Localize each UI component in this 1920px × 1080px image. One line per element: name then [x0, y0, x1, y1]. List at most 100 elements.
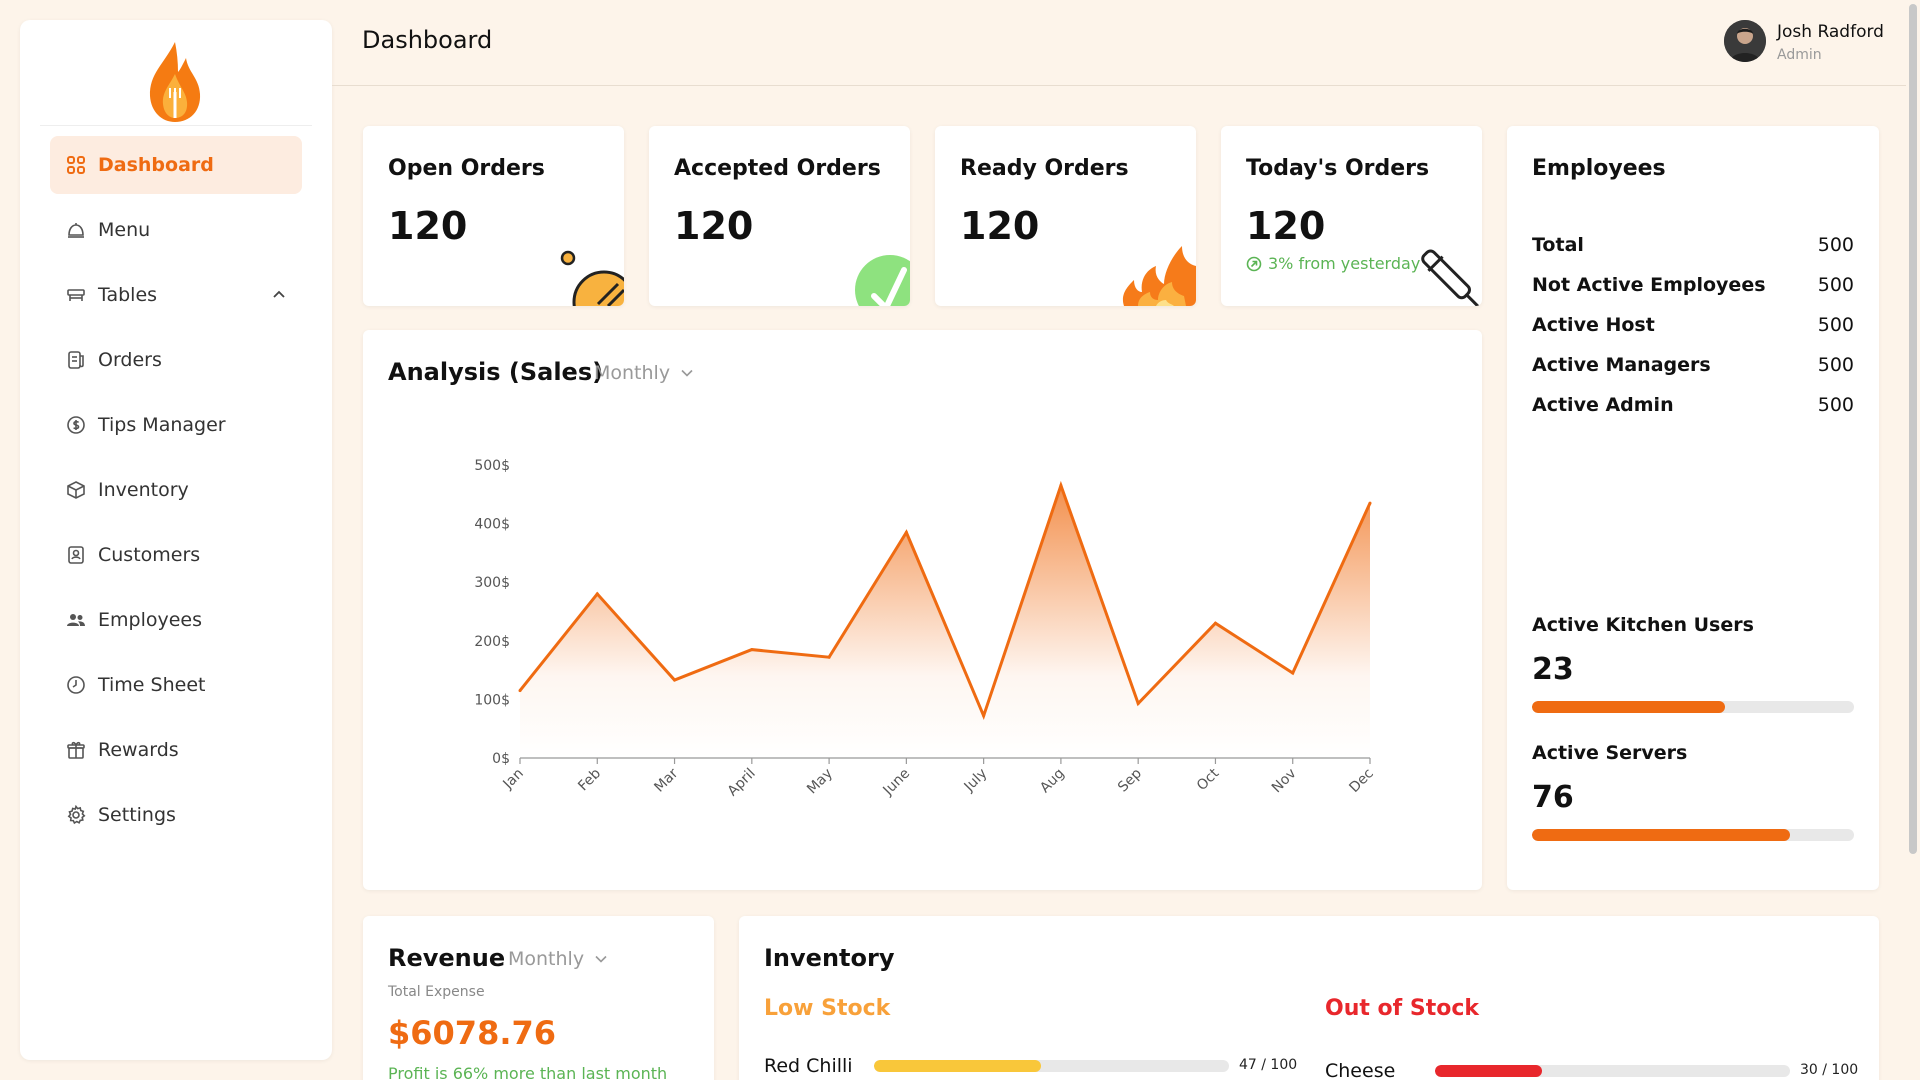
sidebar-item-customers[interactable]: Customers	[50, 526, 302, 584]
sidebar-divider	[40, 125, 312, 126]
fire-icon	[1122, 246, 1196, 306]
y-tick-label: 200$	[474, 634, 510, 650]
y-tick-label: 0$	[492, 751, 510, 767]
sidebar-item-label: Customers	[98, 544, 201, 566]
data-point	[1136, 702, 1140, 706]
x-tick-label: Aug	[1037, 766, 1068, 797]
low-stock-title: Low Stock	[764, 996, 891, 1021]
stat-card-ready-orders[interactable]: Ready Orders 120	[935, 126, 1196, 306]
revenue-subtitle: Total Expense	[388, 984, 485, 1000]
revenue-title: Revenue	[388, 944, 506, 972]
row-value: 500	[1817, 234, 1854, 256]
servers-progress	[1532, 829, 1854, 841]
employee-stat-row: Total 500	[1532, 234, 1854, 264]
chevron-down-icon	[595, 955, 607, 963]
kitchen-users-progress	[1532, 701, 1854, 713]
stat-card-accepted-orders[interactable]: Accepted Orders 120	[649, 126, 910, 306]
sidebar-item-rewards[interactable]: Rewards	[50, 721, 302, 779]
x-tick-label: Oct	[1194, 765, 1223, 794]
grid-icon	[67, 156, 85, 174]
x-tick-label: Feb	[575, 765, 604, 794]
row-label: Total	[1532, 234, 1584, 256]
progress-fill	[1435, 1065, 1542, 1077]
sidebar-item-inventory[interactable]: Inventory	[50, 461, 302, 519]
x-tick-label: Mar	[651, 765, 681, 795]
stat-card-open-orders[interactable]: Open Orders 120	[363, 126, 624, 306]
sidebar-item-time-sheet[interactable]: Time Sheet	[50, 656, 302, 714]
x-tick-label: Nov	[1269, 766, 1300, 797]
revenue-period-select[interactable]: Monthly	[508, 948, 608, 970]
row-label: Not Active Employees	[1532, 274, 1766, 296]
gift-icon	[67, 741, 85, 759]
data-point	[518, 689, 522, 693]
coin-icon	[67, 416, 85, 434]
data-point	[982, 714, 986, 718]
row-label: Active Admin	[1532, 394, 1674, 416]
servers-label: Active Servers	[1532, 742, 1688, 764]
progress-fill	[1532, 829, 1790, 841]
employee-stat-row: Active Host 500	[1532, 314, 1854, 344]
user-role: Admin	[1777, 47, 1822, 63]
user-name[interactable]: Josh Radford	[1777, 22, 1884, 42]
inventory-item-name: Red Chilli	[764, 1055, 853, 1077]
kitchen-users-value: 23	[1532, 652, 1574, 687]
inventory-title: Inventory	[764, 944, 895, 972]
sidebar-item-menu[interactable]: Menu	[50, 201, 302, 259]
data-point	[595, 592, 599, 596]
customer-badge-icon	[68, 546, 84, 564]
sidebar-item-employees[interactable]: Employees	[50, 591, 302, 649]
trend-indicator: 3% from yesterday	[1246, 254, 1420, 273]
stat-title: Open Orders	[388, 156, 545, 181]
sidebar-item-label: Settings	[98, 804, 176, 826]
employees-title: Employees	[1532, 156, 1666, 181]
data-point	[904, 530, 908, 534]
x-tick-label: May	[804, 766, 836, 798]
kitchen-users-label: Active Kitchen Users	[1532, 614, 1754, 636]
data-point	[1368, 501, 1372, 505]
open-lid-cloche-icon	[560, 250, 624, 306]
x-tick-label: Dec	[1346, 766, 1376, 796]
row-label: Active Managers	[1532, 354, 1711, 376]
data-point	[827, 655, 831, 659]
row-value: 500	[1817, 394, 1854, 416]
period-label: Monthly	[508, 948, 585, 970]
data-point	[673, 678, 677, 682]
sidebar-item-label: Inventory	[98, 479, 189, 501]
sidebar-item-settings[interactable]: Settings	[50, 786, 302, 844]
gear-icon	[67, 805, 86, 825]
data-point	[1291, 671, 1295, 675]
top-header: Dashboard Josh Radford Admin	[332, 0, 1920, 86]
page-title: Dashboard	[362, 26, 493, 54]
cloche-icon	[68, 223, 84, 238]
inventory-item-count: 47 / 100	[1239, 1057, 1298, 1073]
out-of-stock-title: Out of Stock	[1325, 996, 1480, 1021]
low-stock-progress	[874, 1060, 1229, 1072]
y-tick-label: 300$	[474, 575, 510, 591]
stat-card-todays-orders[interactable]: Today's Orders 120 3% from yesterday	[1221, 126, 1482, 306]
progress-fill	[1532, 701, 1726, 713]
scrollbar-thumb[interactable]	[1909, 4, 1917, 854]
employees-card: Employees Total 500 Not Active Employees…	[1507, 126, 1879, 890]
sidebar: Dashboard Menu Tables Orders Tips Manage…	[20, 20, 332, 1060]
avatar[interactable]	[1724, 20, 1766, 62]
sidebar-item-tables[interactable]: Tables	[50, 266, 302, 324]
y-tick-label: 400$	[474, 517, 510, 533]
employee-stat-row: Not Active Employees 500	[1532, 274, 1854, 304]
sidebar-item-label: Menu	[98, 219, 151, 241]
progress-fill	[874, 1060, 1041, 1072]
inventory-item-count: 30 / 100	[1800, 1062, 1859, 1078]
row-value: 500	[1817, 314, 1854, 336]
stat-title: Accepted Orders	[674, 156, 881, 181]
sidebar-item-label: Tips Manager	[98, 414, 226, 436]
chevron-up-icon[interactable]	[270, 286, 288, 304]
sidebar-item-dashboard[interactable]: Dashboard	[50, 136, 302, 194]
sidebar-item-orders[interactable]: Orders	[50, 331, 302, 389]
revenue-card: Revenue Monthly Total Expense $6078.76 P…	[363, 916, 714, 1080]
data-point	[1059, 484, 1063, 488]
stat-value: 120	[674, 204, 754, 248]
page-scrollbar[interactable]	[1906, 0, 1920, 1080]
sales-chart: 0$ 100$ 200$ 300$ 400$ 500$ Jan Feb Mar April May J…	[474, 458, 1376, 799]
sidebar-item-tips-manager[interactable]: Tips Manager	[50, 396, 302, 454]
stat-title: Today's Orders	[1246, 156, 1430, 181]
y-tick-label: 500$	[474, 458, 510, 474]
